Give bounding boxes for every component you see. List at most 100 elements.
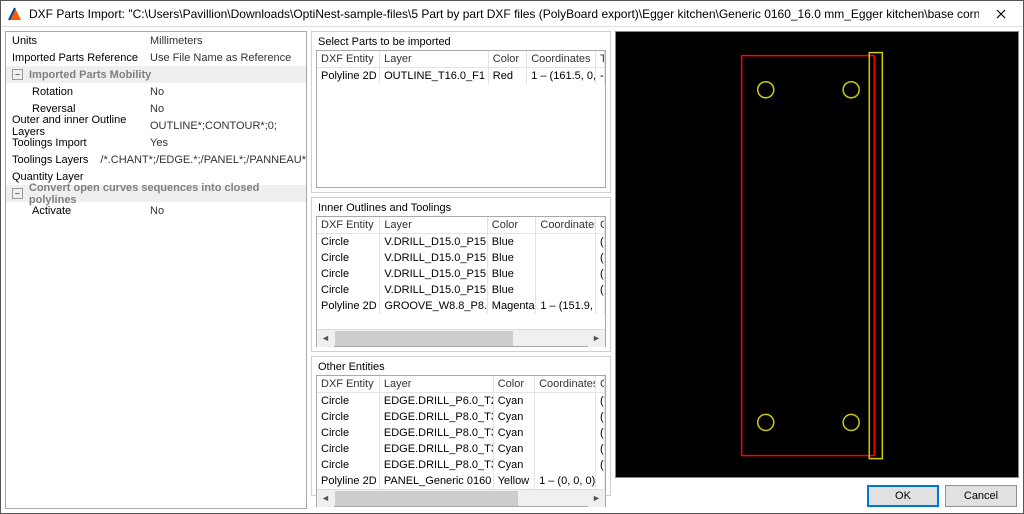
table-cell: Circle — [317, 457, 380, 473]
table-row[interactable]: CircleV.DRILL_D15.0_P15.0_F2Blue(123.5 — [317, 250, 605, 266]
select-parts-table[interactable]: DXF EntityLayerColorCoordinatesThickness… — [316, 50, 606, 188]
horizontal-scrollbar[interactable]: ◄► — [317, 489, 605, 506]
table-cell: Circle — [317, 266, 380, 282]
table-cell: Circle — [317, 409, 380, 425]
table-row[interactable]: CircleV.DRILL_D15.0_P15.0_F2Blue (19, 43 — [317, 266, 605, 282]
prop-rotation[interactable]: RotationNo — [6, 83, 306, 100]
table-cell: (93.5, 473, — [596, 393, 605, 409]
table-cell: Circle — [317, 425, 380, 441]
group-title: Other Entities — [316, 361, 606, 373]
table-cell: EDGE.DRILL_P8.0_T34.0 — [380, 409, 494, 425]
table-cell — [535, 457, 596, 473]
section-convert[interactable]: –Convert open curves sequences into clos… — [6, 185, 306, 202]
table-cell — [535, 425, 596, 441]
table-cell — [536, 266, 596, 282]
section-mobility[interactable]: –Imported Parts Mobility — [6, 66, 306, 83]
scroll-left-icon[interactable]: ◄ — [317, 330, 334, 347]
table-cell: Circle — [317, 282, 380, 298]
table-cell: EDGE.DRILL_P8.0_T34.0 — [380, 457, 494, 473]
table-cell: Polyline 2D — [317, 473, 380, 489]
scroll-right-icon[interactable]: ► — [588, 330, 605, 347]
table-header: DXF EntityLayerColorCoordinatesThickness — [317, 51, 605, 68]
table-cell: Cyan — [494, 393, 535, 409]
dxf-preview[interactable] — [615, 31, 1019, 478]
prop-toolings-layers[interactable]: Toolings Layers/*.CHANT*;/EDGE.*;/PANEL*… — [6, 151, 306, 168]
table-cell: Circle — [317, 234, 380, 250]
table-cell: Cyan — [494, 441, 535, 457]
table-cell: EDGE.DRILL_P8.0_T34.0 — [380, 425, 494, 441]
table-cell — [536, 250, 596, 266]
table-row[interactable]: CircleV.DRILL_D15.0_P15.0_F2Blue (19, 34 — [317, 234, 605, 250]
table-cell: Cyan — [494, 457, 535, 473]
table-cell — [536, 234, 596, 250]
table-cell — [596, 473, 605, 489]
group-inner-outlines: Inner Outlines and Toolings DXF EntityLa… — [311, 197, 611, 352]
table-cell: (123.5 — [596, 250, 605, 266]
table-row[interactable]: CircleEDGE.DRILL_P6.0_T20.0Cyan (93.5, 47… — [317, 393, 605, 409]
tables-panel: Select Parts to be imported DXF EntityLa… — [311, 31, 611, 509]
inner-outlines-table[interactable]: DXF EntityLayerColorCoordinatesCenter Ci… — [316, 216, 606, 347]
table-cell: V.DRILL_D15.0_P15.0_F2 — [380, 266, 487, 282]
prop-activate[interactable]: ActivateNo — [6, 202, 306, 219]
cancel-button[interactable]: Cancel — [945, 485, 1017, 507]
table-row[interactable]: CircleEDGE.DRILL_P8.0_T34.0Cyan(123.5, 0… — [317, 425, 605, 441]
table-row[interactable]: CircleEDGE.DRILL_P8.0_T34.0Cyan(19, 0, -… — [317, 409, 605, 425]
table-cell — [535, 393, 596, 409]
table-cell: 1 – (0, 0, 0) — [535, 473, 596, 489]
table-cell: 1 – (151.9, -4, 0) — [536, 298, 596, 314]
table-cell — [535, 441, 596, 457]
table-row[interactable]: Polyline 2DGROOVE_W8.8_P8.0_F1Magenta1 –… — [317, 298, 605, 314]
table-cell: Blue — [488, 282, 537, 298]
table-cell: Yellow — [494, 473, 535, 489]
prop-toolings-import[interactable]: Toolings ImportYes — [6, 134, 306, 151]
table-cell: -16 — [596, 68, 605, 84]
table-cell: Blue — [488, 234, 537, 250]
table-cell: V.DRILL_D15.0_P15.0_F2 — [380, 250, 487, 266]
table-cell: (19, 0, -6.5 — [596, 409, 605, 425]
table-cell: PANEL_Generic 0160 — [380, 473, 494, 489]
right-panel: OK Cancel — [615, 31, 1019, 509]
table-row[interactable]: CircleEDGE.DRILL_P8.0_T34.0Cyan (123.5, 4… — [317, 457, 605, 473]
prop-imported-reference[interactable]: Imported Parts ReferenceUse File Name as… — [6, 49, 306, 66]
table-cell — [535, 409, 596, 425]
table-row[interactable]: CircleEDGE.DRILL_P8.0_T34.0Cyan(19, 473,… — [317, 441, 605, 457]
dialog-buttons: OK Cancel — [615, 478, 1019, 509]
table-row[interactable]: Polyline 2DOUTLINE_T16.0_F1Red1 – (161.5… — [317, 68, 605, 84]
table-cell: Circle — [317, 250, 380, 266]
table-cell: V.DRILL_D15.0_P15.0_F2 — [380, 282, 487, 298]
titlebar: DXF Parts Import: "C:\Users\Pavillion\Do… — [1, 1, 1023, 27]
table-cell: EDGE.DRILL_P6.0_T20.0 — [380, 393, 494, 409]
table-cell: Blue — [488, 266, 537, 282]
table-cell: Circle — [317, 393, 380, 409]
table-cell: (19, 43 — [596, 266, 605, 282]
horizontal-scrollbar[interactable]: ◄► — [317, 329, 605, 346]
properties-panel: UnitsMillimeters Imported Parts Referenc… — [5, 31, 307, 509]
table-cell: OUTLINE_T16.0_F1 — [380, 68, 489, 84]
close-icon — [996, 9, 1006, 19]
scroll-left-icon[interactable]: ◄ — [317, 490, 334, 507]
table-cell: (123.5, 473 — [596, 457, 605, 473]
close-button[interactable] — [979, 1, 1023, 27]
collapse-icon: – — [12, 188, 23, 199]
window-title: DXF Parts Import: "C:\Users\Pavillion\Do… — [29, 7, 979, 21]
table-cell: (123.5 — [596, 282, 605, 298]
other-entities-table[interactable]: DXF EntityLayerColorCoordinatesCenter Ci… — [316, 375, 606, 507]
prop-outline-layers[interactable]: Outer and inner Outline LayersOUTLINE*;C… — [6, 117, 306, 134]
prop-units[interactable]: UnitsMillimeters — [6, 32, 306, 49]
table-row[interactable]: Polyline 2DPANEL_Generic 0160Yellow1 – (… — [317, 473, 605, 489]
table-cell: Circle — [317, 441, 380, 457]
table-cell: Magenta — [488, 298, 537, 314]
table-cell — [596, 298, 605, 314]
table-cell: Polyline 2D — [317, 298, 380, 314]
table-cell: GROOVE_W8.8_P8.0_F1 — [380, 298, 487, 314]
table-cell: 1 – (161.5, 0, 0) — [527, 68, 596, 84]
ok-button[interactable]: OK — [867, 485, 939, 507]
scroll-right-icon[interactable]: ► — [588, 490, 605, 507]
table-row[interactable]: CircleV.DRILL_D15.0_P15.0_F2Blue (123.5 — [317, 282, 605, 298]
table-cell: V.DRILL_D15.0_P15.0_F2 — [380, 234, 487, 250]
group-other-entities: Other Entities DXF EntityLayerColorCoord… — [311, 356, 611, 496]
group-select-parts: Select Parts to be imported DXF EntityLa… — [311, 31, 611, 193]
table-cell: (19, 34 — [596, 234, 605, 250]
table-cell: Polyline 2D — [317, 68, 380, 84]
collapse-icon: – — [12, 69, 23, 80]
